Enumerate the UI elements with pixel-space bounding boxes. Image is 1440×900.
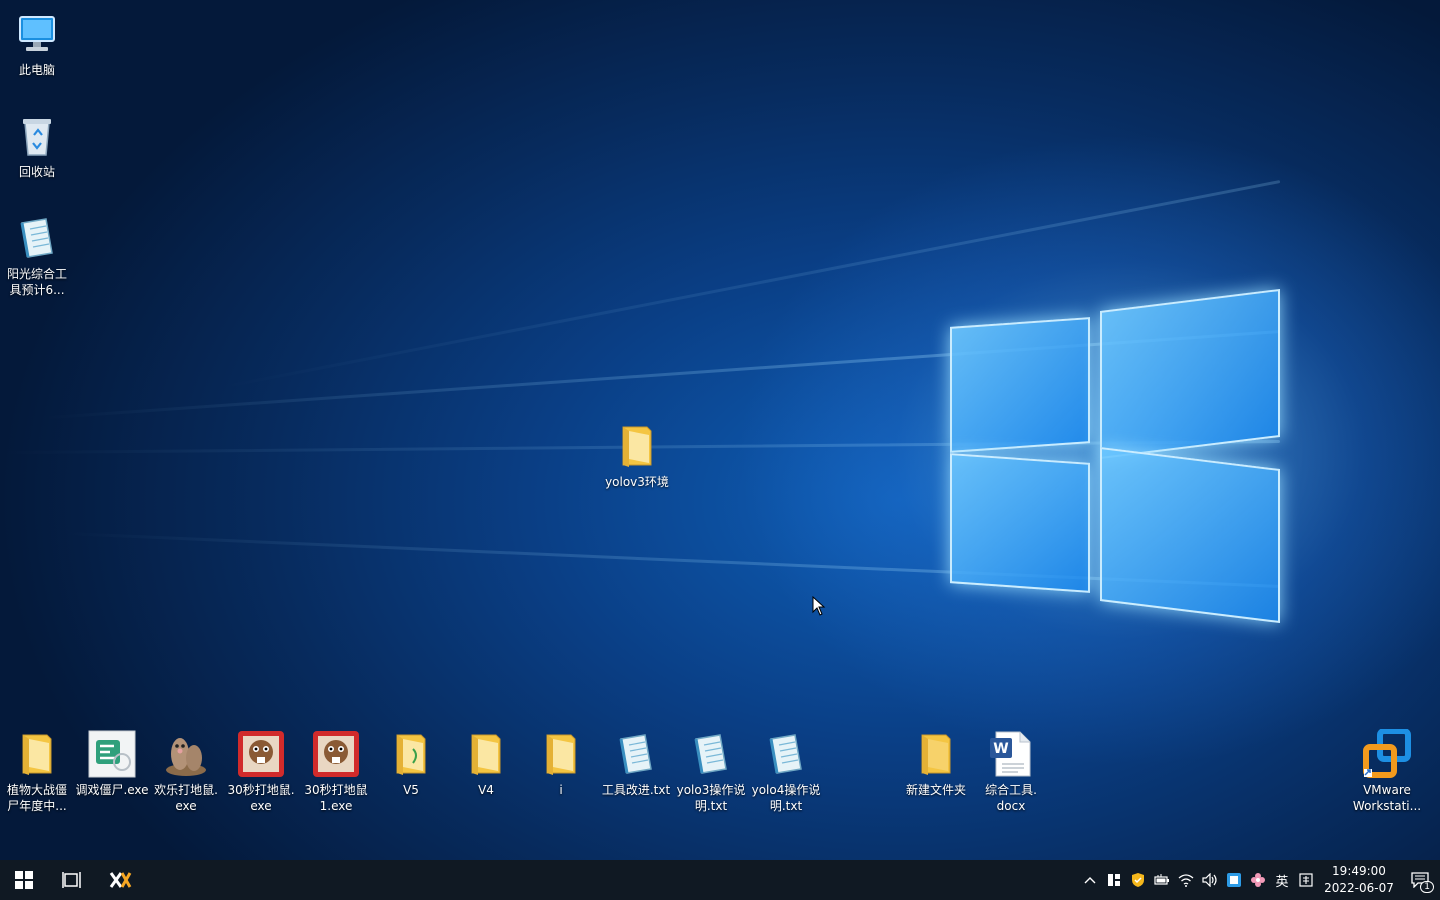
desktop-icon-pvz-folder[interactable]: 植物大战僵 尸年度中... xyxy=(0,728,74,814)
tray-volume-icon[interactable] xyxy=(1198,860,1222,900)
recycle-bin-icon xyxy=(11,110,63,162)
mole-game-red-icon xyxy=(310,728,362,780)
mole-game-icon xyxy=(160,728,212,780)
system-tray: 英 19:49:00 2022-06-07 1 xyxy=(1078,860,1440,900)
tray-security-shield-icon[interactable] xyxy=(1126,860,1150,900)
desktop-icon-yolo3-guide-txt[interactable]: yolo3操作说 明.txt xyxy=(674,728,748,814)
desktop-icon-this-pc[interactable]: 此电脑 xyxy=(0,8,74,78)
desktop-icon-v4-folder[interactable]: V4 xyxy=(449,728,523,798)
desktop[interactable]: 此电脑 回收站 阳光综合工 具预计6... yolov3环境 植物大战僵 尸年度… xyxy=(0,0,1440,860)
wallpaper-beam xyxy=(61,531,1281,588)
icon-label: V5 xyxy=(403,783,419,797)
tray-wifi-icon[interactable] xyxy=(1174,860,1198,900)
icon-label: yolo4操作说 明.txt xyxy=(751,783,821,813)
icon-label: 欢乐打地鼠. exe xyxy=(154,783,218,813)
word-document-icon: W xyxy=(985,728,1037,780)
icon-label: 30秒打地鼠. exe xyxy=(227,783,295,813)
text-document-icon xyxy=(760,728,812,780)
mole-game-red-icon xyxy=(235,728,287,780)
tray-battery-icon[interactable] xyxy=(1150,860,1174,900)
svg-text:W: W xyxy=(993,741,1008,757)
desktop-icon-recycle-bin[interactable]: 回收站 xyxy=(0,110,74,180)
text-document-icon xyxy=(685,728,737,780)
windows-start-icon xyxy=(15,871,33,889)
windows-logo-pane xyxy=(950,453,1090,593)
windows-logo-pane xyxy=(950,317,1090,453)
desktop-icon-v5-folder[interactable]: V5 xyxy=(374,728,448,798)
icon-label: 30秒打地鼠 1.exe xyxy=(304,783,368,813)
tray-pinned-app-icon[interactable] xyxy=(1102,860,1126,900)
mouse-cursor-icon xyxy=(812,595,826,620)
tray-ime-language[interactable]: 英 xyxy=(1270,860,1294,900)
task-view-button[interactable] xyxy=(48,860,96,900)
text-document-icon xyxy=(11,212,63,264)
tray-chevron-up-icon[interactable] xyxy=(1078,860,1102,900)
app-exe-icon xyxy=(86,728,138,780)
taskbar-app-xshell[interactable] xyxy=(96,860,144,900)
icon-label: yolov3环境 xyxy=(605,475,669,489)
icon-label: 综合工具. docx xyxy=(985,783,1037,813)
icon-label: VMware Workstati... xyxy=(1352,783,1422,813)
vmware-icon xyxy=(1361,728,1413,780)
desktop-icon-i-folder[interactable]: i xyxy=(524,728,598,798)
desktop-icon-30s-mole-1-exe[interactable]: 30秒打地鼠 1.exe xyxy=(299,728,373,814)
icon-label: 调戏僵尸.exe xyxy=(75,783,149,797)
icon-label: 植物大战僵 尸年度中... xyxy=(6,783,67,813)
desktop-icon-new-folder[interactable]: 新建文件夹 xyxy=(899,728,973,798)
windows-logo-pane xyxy=(1100,288,1280,460)
desktop-icon-sunshine-tool[interactable]: 阳光综合工 具预计6... xyxy=(0,212,74,298)
windows-logo-pane xyxy=(1100,446,1280,624)
task-view-icon xyxy=(62,872,81,888)
desktop-icon-30s-mole-exe[interactable]: 30秒打地鼠. exe xyxy=(224,728,298,814)
clock-time: 19:49:00 xyxy=(1332,864,1386,878)
desktop-icon-happy-mole-exe[interactable]: 欢乐打地鼠. exe xyxy=(149,728,223,814)
desktop-icon-tool-improve-txt[interactable]: 工具改进.txt xyxy=(599,728,673,798)
folder-icon xyxy=(385,728,437,780)
desktop-icon-tool-docx[interactable]: W 综合工具. docx xyxy=(974,728,1048,814)
wallpaper-beam xyxy=(42,330,1281,420)
desktop-icon-yolo4-guide-txt[interactable]: yolo4操作说 明.txt xyxy=(749,728,823,814)
tray-app-flower-icon[interactable] xyxy=(1246,860,1270,900)
icon-label: 工具改进.txt xyxy=(601,783,671,797)
desktop-icon-yolov3-env[interactable]: yolov3环境 xyxy=(600,420,674,490)
folder-icon xyxy=(11,728,63,780)
desktop-icon-tease-zombie-exe[interactable]: 调戏僵尸.exe xyxy=(75,728,149,798)
action-center-button[interactable]: 1 xyxy=(1400,860,1440,900)
start-button[interactable] xyxy=(0,860,48,900)
taskbar-clock[interactable]: 19:49:00 2022-06-07 xyxy=(1318,860,1400,900)
tray-ime-mode-icon[interactable] xyxy=(1294,860,1318,900)
computer-icon xyxy=(11,8,63,60)
icon-label: 阳光综合工 具预计6... xyxy=(6,267,67,297)
tray-app-blue-icon[interactable] xyxy=(1222,860,1246,900)
icon-label: yolo3操作说 明.txt xyxy=(676,783,746,813)
text-document-icon xyxy=(610,728,662,780)
folder-icon xyxy=(535,728,587,780)
folder-icon xyxy=(460,728,512,780)
icon-label: i xyxy=(559,783,563,797)
icon-label: 新建文件夹 xyxy=(905,783,966,797)
clock-date: 2022-06-07 xyxy=(1324,881,1394,895)
icon-label: 此电脑 xyxy=(18,63,55,77)
icon-label: 回收站 xyxy=(18,165,55,179)
notification-count-badge: 1 xyxy=(1420,881,1434,893)
taskbar: 英 19:49:00 2022-06-07 1 xyxy=(0,860,1440,900)
xshell-icon xyxy=(109,872,132,888)
folder-icon xyxy=(611,420,663,472)
folder-icon xyxy=(910,728,962,780)
desktop-icon-vmware[interactable]: VMware Workstati... xyxy=(1350,728,1424,814)
icon-label: V4 xyxy=(478,783,494,797)
